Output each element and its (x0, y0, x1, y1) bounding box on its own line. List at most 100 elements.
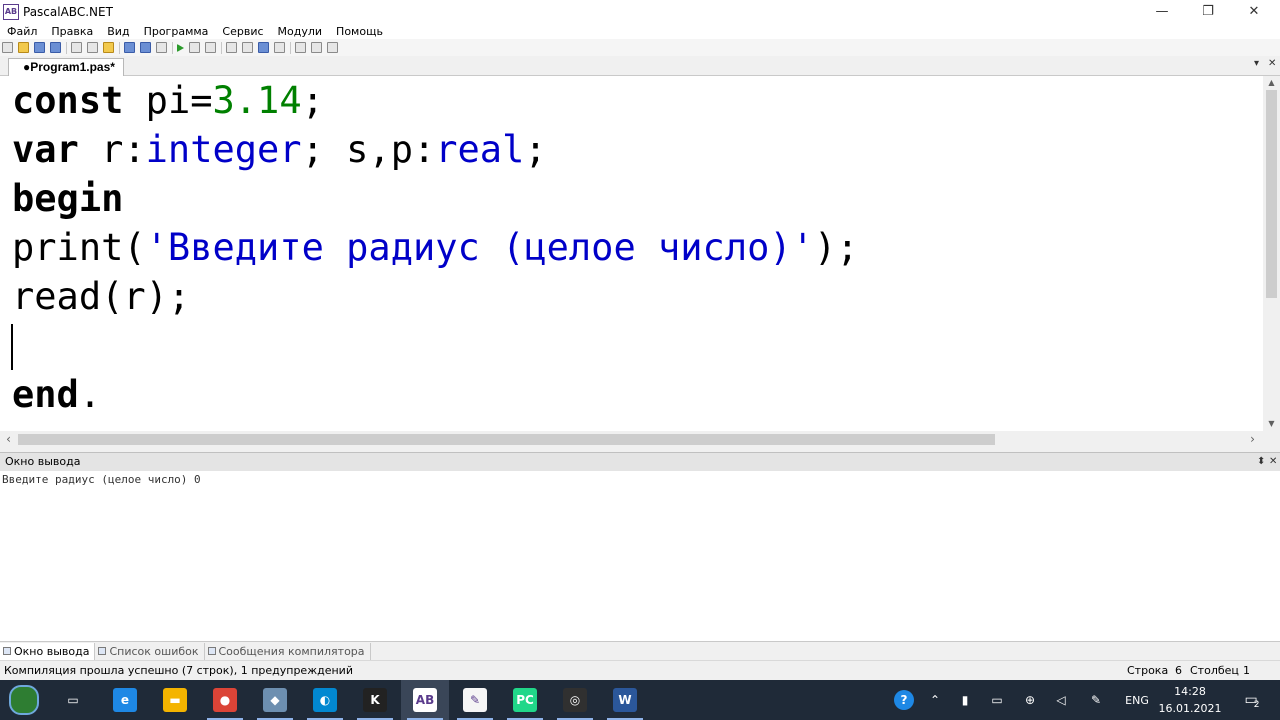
new-file-icon[interactable] (2, 42, 13, 53)
network-globe-icon[interactable]: ⊕ (1018, 680, 1042, 720)
run-icon[interactable] (177, 43, 184, 52)
stop-icon[interactable] (189, 42, 200, 53)
debug-icon[interactable] (205, 42, 216, 53)
horizontal-scrollbar[interactable]: ‹ › (0, 431, 1263, 448)
app-taskbar-button[interactable]: ◆ (251, 680, 299, 720)
tab-program1[interactable]: ●Program1.pas* (8, 58, 124, 76)
code-token: ; (301, 79, 324, 122)
code-line: begin (12, 174, 859, 223)
save-icon[interactable] (34, 42, 45, 53)
menu-item[interactable]: Правка (44, 25, 100, 38)
window-layout-icon[interactable] (311, 42, 322, 53)
toggle-output-icon[interactable] (274, 42, 285, 53)
start-taskbar-button[interactable] (0, 680, 48, 720)
compile-icon[interactable] (156, 42, 167, 53)
output-panel-title: Окно вывода (5, 455, 81, 468)
toolbar-separator (119, 41, 120, 54)
menu-item[interactable]: Сервис (215, 25, 270, 38)
output-panel-header: Окно вывода ⬍ ✕ (0, 452, 1280, 471)
explorer-taskbar-button[interactable]: ▬ (151, 680, 199, 720)
panel-icon (3, 647, 11, 655)
menu-item[interactable]: Модули (271, 25, 330, 38)
k-app-taskbar-button[interactable]: K (351, 680, 399, 720)
code-line: end. (12, 370, 859, 419)
edge-taskbar-button[interactable]: e (101, 680, 149, 720)
word-taskbar-button[interactable]: W (601, 680, 649, 720)
code-line: read(r); (12, 272, 859, 321)
code-token: 3.14 (212, 79, 302, 122)
code-token: read(r); (12, 275, 191, 318)
menu-bar: Файл Правка Вид Программа Сервис Модули Помощь (0, 23, 1280, 39)
notification-count: 2 (1253, 700, 1260, 710)
bottom-tab[interactable]: Список ошибок (95, 642, 205, 660)
bottom-tab[interactable]: Окно вывода (0, 642, 96, 660)
microphone-icon[interactable]: ▮ (954, 680, 976, 720)
close-button[interactable]: ✕ (1231, 0, 1277, 23)
panel-icon (98, 647, 107, 655)
battery-icon[interactable]: ▭ (986, 680, 1008, 720)
options-icon[interactable] (327, 42, 338, 53)
save-all-icon[interactable] (50, 42, 61, 53)
notes-taskbar-button[interactable]: ✎ (451, 680, 499, 720)
row-value: 6 (1175, 664, 1182, 677)
paste-icon[interactable] (103, 42, 114, 53)
pen-icon[interactable]: ✎ (1084, 680, 1108, 720)
menu-item[interactable]: Вид (100, 25, 136, 38)
bottom-tab-strip: Окно вывода Список ошибок Сообщения компил… (0, 642, 1280, 660)
code-editor[interactable]: const pi=3.14; var r:integer; s,p:real; be… (0, 76, 1280, 431)
menu-item[interactable]: Файл (0, 25, 44, 38)
toolbar-separator (66, 41, 67, 54)
code-token: const (12, 79, 124, 122)
restore-button[interactable]: ❐ (1185, 0, 1231, 23)
code-token: real (435, 128, 525, 171)
chrome-taskbar-button[interactable]: ● (201, 680, 249, 720)
toolbar-separator (221, 41, 222, 54)
step-into-icon[interactable] (226, 42, 237, 53)
app-window: AB PascalABC.NET — ❐ ✕ Файл Правка Вид Прог… (0, 0, 1280, 720)
pascalabc-taskbar-button[interactable]: AB (401, 680, 449, 720)
row-label: Строка (1127, 664, 1169, 677)
cut-icon[interactable] (71, 42, 82, 53)
clock[interactable]: 14:28 16.01.2021 (1150, 683, 1230, 717)
menu-item[interactable]: Помощь (329, 25, 390, 38)
task-view-taskbar-button[interactable]: ▭ (49, 680, 97, 720)
help-tray-icon[interactable]: ? (890, 680, 918, 720)
output-panel[interactable]: Введите радиус (целое число) 0 (0, 471, 1280, 642)
pycharm-taskbar-button[interactable]: PC (501, 680, 549, 720)
document-tab-strip: ●Program1.pas* ▾ ✕ (0, 56, 1280, 76)
obs-taskbar-button[interactable]: ◎ (551, 680, 599, 720)
scroll-down-icon[interactable]: ▼ (1263, 417, 1280, 431)
panel-close-icon[interactable]: ✕ (1269, 453, 1277, 471)
redo-icon[interactable] (140, 42, 151, 53)
tab-list-dropdown-icon[interactable]: ▾ (1254, 58, 1259, 69)
step-over-icon[interactable] (242, 42, 253, 53)
menu-item[interactable]: Программа (137, 25, 216, 38)
copy-icon[interactable] (87, 42, 98, 53)
language-indicator[interactable]: ENG (1120, 680, 1154, 720)
code-line: var r:integer; s,p:real; (12, 125, 859, 174)
horizontal-scroll-thumb[interactable] (18, 434, 995, 445)
open-file-icon[interactable] (18, 42, 29, 53)
vertical-scroll-thumb[interactable] (1266, 90, 1277, 298)
scroll-up-icon[interactable]: ▲ (1263, 76, 1280, 90)
undo-icon[interactable] (124, 42, 135, 53)
scroll-right-icon[interactable]: › (1244, 431, 1261, 448)
notification-icon[interactable]: ▭ 2 (1234, 680, 1270, 720)
volume-icon[interactable]: ◁ (1050, 680, 1072, 720)
code-token: . (78, 373, 102, 416)
pascalabc-icon: AB (413, 688, 437, 712)
bottom-tab[interactable]: Сообщения компилятора (205, 642, 371, 660)
scroll-left-icon[interactable]: ‹ (0, 431, 17, 448)
taskbar: ? ⌃ ▮ ▭ ⊕ ◁ ✎ ENG 14:28 16.01.2021 ▭ 2 ▭ e… (0, 680, 1280, 720)
browser-taskbar-button[interactable]: ◐ (301, 680, 349, 720)
tab-close-icon[interactable]: ✕ (1268, 58, 1276, 69)
format-icon[interactable] (258, 42, 269, 53)
clock-time: 14:28 (1174, 685, 1206, 698)
pin-icon[interactable]: ⬍ (1257, 453, 1265, 471)
minimize-button[interactable]: — (1139, 0, 1185, 23)
vertical-scrollbar[interactable]: ▲ ▼ (1263, 76, 1280, 431)
code-text[interactable]: const pi=3.14; var r:integer; s,p:real; be… (12, 76, 859, 419)
chevron-up-icon[interactable]: ⌃ (924, 680, 946, 720)
form-designer-icon[interactable] (295, 42, 306, 53)
